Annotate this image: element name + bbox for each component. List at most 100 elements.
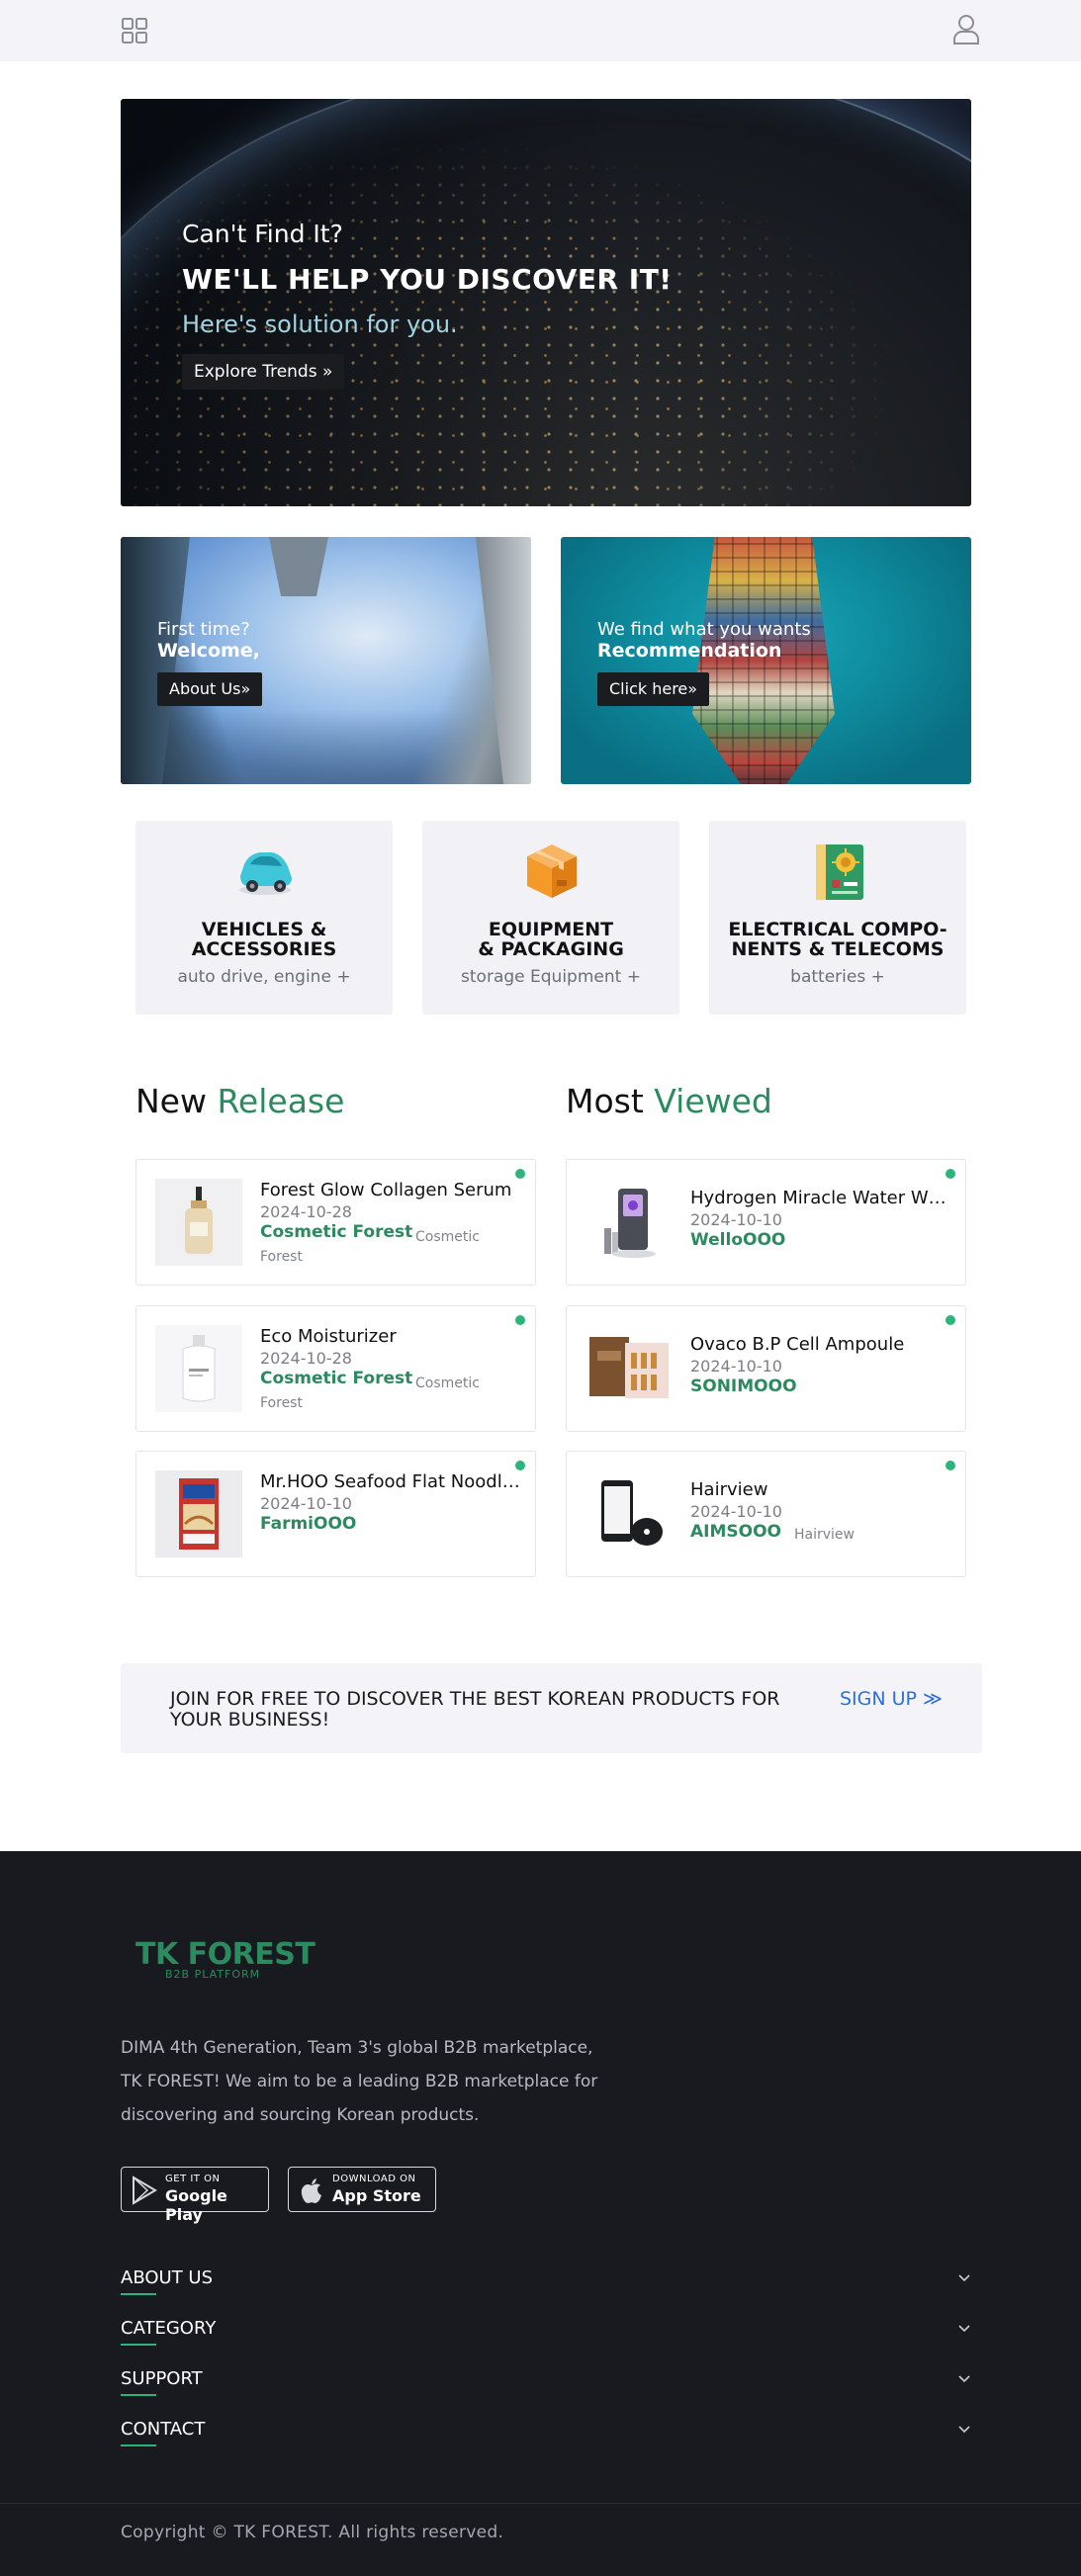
footer: TK FOREST B2B PLATFORM DIMA 4th Generati… (0, 1851, 1081, 2576)
most-viewed-title: Most Viewed (566, 1082, 772, 1120)
signup-text: JOIN FOR FREE TO DISCOVER THE BEST KOREA… (170, 1688, 780, 1731)
product-date: 2024-10-10 (260, 1494, 352, 1513)
promo-recommendation-line1: We find what you wants (597, 619, 811, 640)
product-category: Hairview (794, 1527, 855, 1543)
circuit-board-icon (808, 841, 867, 902)
chevron-down-icon (958, 2426, 970, 2434)
product-name: Ovaco B.P Cell Ampoule (690, 1334, 905, 1355)
google-play-button[interactable]: GET IT ON Google Play (121, 2167, 269, 2224)
promo-recommendation-line2: Recommendation (597, 640, 782, 662)
category-title: VEHICLES & (201, 919, 327, 940)
category-electrical[interactable]: ELECTRICAL COMPO- NENTS & TELECOMS batte… (709, 821, 966, 1015)
chevron-down-icon (958, 2274, 970, 2282)
product-seller: AIMSOOO (690, 1522, 781, 1542)
hero-question: Can't Find It? (182, 220, 343, 248)
product-seller: WelloOOO (690, 1230, 786, 1250)
category-subtitle: storage Equipment + (461, 967, 641, 987)
status-dot (515, 1461, 525, 1470)
category-subtitle: auto drive, engine + (177, 967, 351, 987)
product-thumbnail (586, 1470, 673, 1557)
promo-welcome-line2: Welcome, (157, 640, 260, 662)
hero-subline: Here's solution for you. (182, 311, 458, 338)
product-name: Mr.HOO Seafood Flat Noodles (260, 1471, 522, 1492)
promo-welcome-line1: First time? (157, 619, 250, 640)
click-here-button[interactable]: Click here» (597, 672, 710, 706)
chevron-down-icon (958, 2375, 970, 2383)
grid-menu-icon[interactable] (121, 17, 148, 44)
footer-section-support[interactable]: SUPPORT (121, 2362, 971, 2408)
footer-section-category[interactable]: CATEGORY (121, 2312, 971, 2357)
about-us-button[interactable]: About Us» (157, 672, 263, 706)
category-vehicles[interactable]: VEHICLES & ACCESSORIES auto drive, engin… (135, 821, 393, 1015)
app-store-small: DOWNLOAD ON (332, 2174, 416, 2184)
footer-section-about-us[interactable]: ABOUT US (121, 2262, 971, 2307)
product-date: 2024-10-28 (260, 1202, 352, 1221)
app-store-label: App Store (332, 2186, 421, 2205)
status-dot (515, 1169, 525, 1179)
promo-welcome-card: First time? Welcome, About Us» (121, 537, 531, 784)
product-name: Hydrogen Miracle Water WS-2000 (690, 1188, 952, 1208)
user-icon[interactable] (951, 14, 981, 45)
copyright-text: Copyright © TK FOREST. All rights reserv… (121, 2523, 504, 2542)
footer-about-text: DIMA 4th Generation, Team 3's global B2B… (121, 2038, 598, 2125)
product-card[interactable]: Hairview 2024-10-10 AIMSOOO Hairview (566, 1451, 966, 1577)
product-thumbnail (155, 1179, 242, 1266)
box-icon (521, 841, 581, 902)
category-title: ACCESSORIES (191, 938, 337, 960)
signup-banner: JOIN FOR FREE TO DISCOVER THE BEST KOREA… (121, 1663, 982, 1753)
product-date: 2024-10-10 (690, 1210, 782, 1229)
app-store-button[interactable]: DOWNLOAD ON App Store (288, 2167, 436, 2212)
product-thumbnail (155, 1325, 242, 1412)
google-play-icon (133, 2176, 157, 2205)
hero-banner: Can't Find It? WE'LL HELP YOU DISCOVER I… (121, 99, 971, 506)
product-date: 2024-10-10 (690, 1357, 782, 1376)
footer-divider (0, 2503, 1081, 2504)
category-title: ELECTRICAL COMPO- (728, 919, 947, 940)
product-thumbnail (586, 1325, 673, 1412)
footer-section-contact[interactable]: CONTACT (121, 2413, 971, 2458)
apple-icon (301, 2178, 321, 2203)
product-card[interactable]: Ovaco B.P Cell Ampoule 2024-10-10 SONIMO… (566, 1305, 966, 1432)
category-title: & PACKAGING (478, 938, 624, 960)
product-seller: FarmiOOO (260, 1514, 357, 1534)
footer-section-label: SUPPORT (121, 2368, 203, 2389)
product-category: Cosmetic Forest (260, 1229, 480, 1265)
product-date: 2024-10-28 (260, 1349, 352, 1368)
car-icon (234, 841, 294, 902)
footer-logo-sub: B2B PLATFORM (165, 1968, 261, 1981)
category-subtitle: batteries + (790, 967, 885, 987)
category-title: NENTS & TELECOMS (731, 938, 945, 960)
product-name: Forest Glow Collagen Serum (260, 1180, 512, 1200)
product-name: Eco Moisturizer (260, 1326, 397, 1347)
page: Can't Find It? WE'LL HELP YOU DISCOVER I… (0, 0, 1081, 2576)
footer-section-label: CONTACT (121, 2419, 206, 2440)
top-header (0, 0, 1081, 61)
sign-up-link[interactable]: SIGN UP ≫ (840, 1689, 943, 1710)
product-category: Cosmetic Forest (260, 1376, 480, 1411)
product-seller: SONIMOOO (690, 1377, 797, 1396)
hero-headline: WE'LL HELP YOU DISCOVER IT! (182, 263, 673, 296)
product-card[interactable]: Eco Moisturizer 2024-10-28 Cosmetic Fore… (135, 1305, 536, 1432)
footer-section-label: CATEGORY (121, 2318, 217, 2339)
category-equipment[interactable]: EQUIPMENT & PACKAGING storage Equipment … (422, 821, 679, 1015)
category-title: EQUIPMENT (488, 919, 614, 940)
product-card[interactable]: Hydrogen Miracle Water WS-2000 2024-10-1… (566, 1159, 966, 1286)
new-release-title: New Release (135, 1082, 345, 1120)
product-thumbnail (586, 1179, 673, 1266)
chevron-down-icon (958, 2325, 970, 2333)
google-play-label: Google Play (165, 2186, 227, 2224)
explore-trends-button[interactable]: Explore Trends » (182, 354, 345, 390)
status-dot (515, 1315, 525, 1325)
promo-recommendation-card: We find what you wants Recommendation Cl… (561, 537, 971, 784)
status-dot (946, 1461, 955, 1470)
google-play-small: GET IT ON (165, 2174, 221, 2184)
footer-logo: TK FOREST (135, 1937, 315, 1972)
product-name: Hairview (690, 1479, 768, 1500)
product-thumbnail (155, 1470, 242, 1557)
product-card[interactable]: Forest Glow Collagen Serum 2024-10-28 Co… (135, 1159, 536, 1286)
status-dot (946, 1169, 955, 1179)
product-date: 2024-10-10 (690, 1502, 782, 1521)
status-dot (946, 1315, 955, 1325)
product-card[interactable]: Mr.HOO Seafood Flat Noodles 2024-10-10 F… (135, 1451, 536, 1577)
footer-section-label: ABOUT US (121, 2267, 214, 2288)
